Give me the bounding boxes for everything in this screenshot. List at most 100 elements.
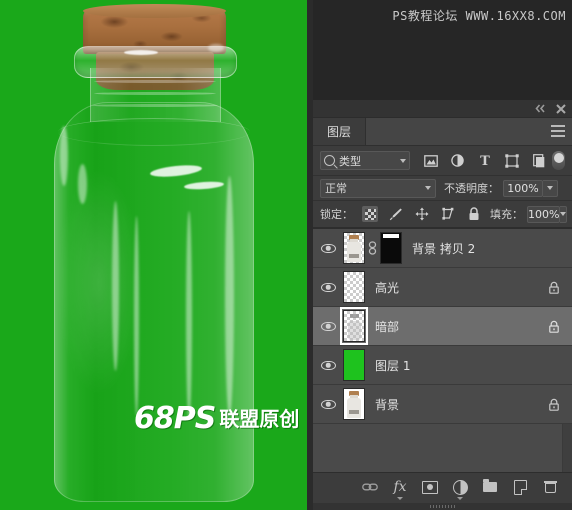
lock-artboard-nesting-icon[interactable] [440,206,456,222]
layer-visibility-toggle[interactable] [313,321,343,331]
shape-layer-filter-icon[interactable] [504,153,519,168]
chevron-down-icon [397,497,403,500]
layer-thumbnail[interactable] [343,349,365,381]
panel-window-buttons [533,100,568,117]
layer-visibility-toggle[interactable] [313,399,343,409]
eye-icon [320,360,336,370]
jar-neck-ring-1 [94,80,216,83]
panel-menu-icon[interactable] [551,125,565,137]
delete-layer-button[interactable] [542,479,558,495]
table-row[interactable]: 背景 拷贝 2 [313,229,572,268]
opacity-dropdown-icon[interactable] [543,179,558,197]
layer-thumbnail[interactable] [343,232,365,264]
layer-thumbnail[interactable] [343,388,365,420]
top-watermark-text: PS教程论坛 WWW.16XX8.COM [392,9,566,23]
menu-line [551,130,565,132]
layer-thumbnail[interactable] [340,307,368,345]
layers-panel: 图层 类型 T 正常 不透明度： 100% 锁定： 填充： 100% 背景 拷贝… [313,100,572,510]
lock-row: 锁定： 填充： 100% [313,201,572,228]
jar-neck-ring-2 [94,92,216,95]
filter-icon-group: T [423,153,546,168]
fill-input[interactable]: 100% [527,205,561,223]
layer-thumbnail-cell[interactable] [343,349,365,381]
blend-mode-row: 正常 不透明度： 100% [313,176,572,201]
trash-icon [543,481,557,493]
blend-mode-select[interactable]: 正常 [320,178,436,198]
layer-visibility-toggle[interactable] [313,282,343,292]
table-row[interactable]: 高光 [313,268,572,307]
layer-style-fx-button[interactable]: fx [392,479,408,500]
close-panel-icon[interactable] [554,102,568,116]
layers-scrollbar[interactable] [562,424,572,472]
new-adjustment-layer-button[interactable] [452,479,468,500]
layers-empty-area[interactable] [313,424,572,472]
lock-image-pixels-brush-icon[interactable] [388,206,404,222]
chevron-down-icon [547,186,553,190]
table-row[interactable]: 图层 1 [313,346,572,385]
layer-visibility-toggle[interactable] [313,360,343,370]
table-row[interactable]: 背景 [313,385,572,424]
fill-label: 填充： [490,208,523,221]
layer-thumbnail-cell[interactable] [340,307,368,345]
table-row[interactable]: 暗部 [313,307,572,346]
thumb-label [349,254,359,258]
add-layer-mask-button[interactable] [422,479,438,495]
mask-icon [422,480,438,494]
smart-object-filter-icon[interactable] [531,153,546,168]
layer-thumbnail-cell[interactable] [343,388,365,420]
layer-thumbnail-cell[interactable] [343,232,402,264]
collapse-panel-icon[interactable] [533,102,547,116]
jar-highlight-lip-2 [124,50,158,55]
layer-mask-thumbnail[interactable] [380,232,402,264]
thumb-body [347,398,361,418]
lock-all-icon[interactable] [466,206,482,222]
pixel-layer-filter-icon[interactable] [423,153,438,168]
thumb-body [347,242,361,262]
layer-visibility-toggle[interactable] [313,243,343,253]
layer-name: 背景 [375,397,400,412]
thumb-label [349,410,359,414]
jar-highlight-vertical-3 [186,211,192,421]
new-layer-button[interactable] [512,479,528,495]
adjustment-layer-filter-icon[interactable] [450,153,465,168]
cork-top-surface [83,4,226,18]
tab-layers[interactable]: 图层 [313,118,367,145]
fill-dropdown-icon[interactable] [560,205,568,223]
half-circle-icon [452,479,468,495]
lock-transparent-pixels-icon[interactable] [362,206,378,222]
type-layer-filter-icon[interactable]: T [477,153,492,168]
layer-thumbnail-cell[interactable] [343,271,365,303]
filter-type-value: 类型 [339,154,361,168]
layer-name: 暗部 [375,319,400,334]
layer-thumbnail[interactable] [343,271,365,303]
layer-lock-badge-icon [548,398,560,411]
panel-resize-grip[interactable] [429,505,456,508]
thumb-shadow-top [350,314,359,318]
folder-icon [483,479,497,492]
filter-enable-toggle[interactable] [552,151,565,170]
layer-lock-badge-icon [548,281,560,294]
new-group-button[interactable] [482,479,498,495]
layer-name: 图层 1 [375,358,411,373]
opacity-input[interactable]: 100% [503,179,543,197]
close-icon [556,103,566,114]
layers-list[interactable]: 背景 拷贝 2 高光 暗部 图层 1 背景 [313,228,572,424]
lock-position-move-icon[interactable] [414,206,430,222]
eye-icon [320,243,336,253]
svg-text:T: T [480,154,490,167]
chevron-down-icon [560,212,567,216]
double-chevron-left-icon [534,104,545,113]
layers-panel-footer: fx [313,472,572,501]
glass-jar-artwork [38,4,270,510]
lock-icon-group [362,206,482,222]
thumb-shadow-body [348,321,361,340]
link-icon[interactable] [367,240,378,256]
menu-line [551,125,565,127]
filter-type-select[interactable]: 类型 [320,151,410,170]
photoshop-window: 68PS 联盟原创 PS教程论坛 WWW.16XX8.COM 图层 类型 T 正… [0,0,572,510]
search-icon [324,155,335,166]
thumbnail-bottle-art [344,233,364,263]
thumbnail-shadow-art [344,311,364,341]
canvas-image-area[interactable]: 68PS 联盟原创 [0,0,307,510]
link-layers-button[interactable] [362,479,378,495]
